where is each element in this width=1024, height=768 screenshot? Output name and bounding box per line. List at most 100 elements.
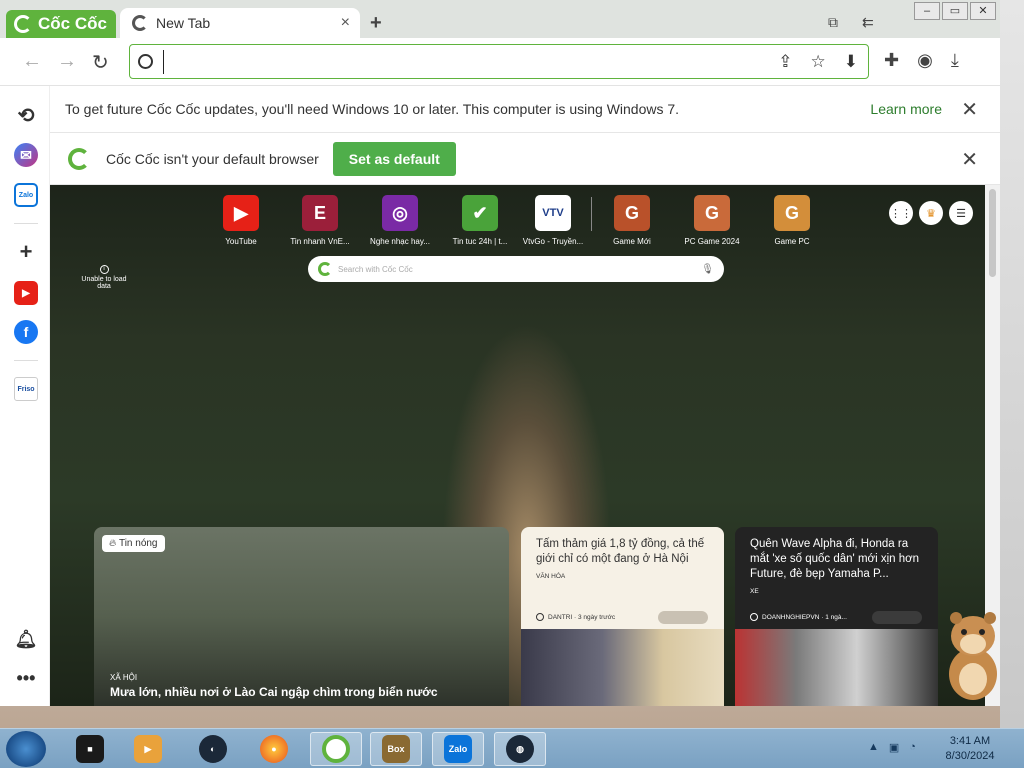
coccoc-logo-icon	[68, 148, 90, 170]
sidebar-divider	[14, 223, 38, 224]
reaction-pill[interactable]	[658, 611, 708, 624]
hot-badge-label: Tin nóng	[118, 538, 158, 549]
close-icon[interactable]: ✕	[961, 97, 978, 122]
friso-icon[interactable]: Friso	[14, 377, 38, 401]
speed-dial-item[interactable]: E Tin nhanh VnE...	[283, 195, 357, 246]
close-window-button[interactable]: ✕	[970, 2, 996, 20]
start-button[interactable]	[6, 731, 46, 767]
messenger-icon[interactable]: ✉	[14, 143, 38, 167]
taskbar-app-zalo[interactable]: Zalo	[432, 732, 484, 766]
info-icon: i	[99, 265, 109, 274]
more-icon[interactable]: •••	[14, 666, 38, 690]
reaction-pill[interactable]	[872, 611, 922, 624]
speed-dial-divider	[591, 197, 592, 231]
taskbar-app-steam-dark[interactable]: ◐	[187, 732, 239, 766]
news-title: Mưa lớn, nhiều nơi ở Lào Cai ngập chìm t…	[110, 685, 438, 699]
extensions-icon[interactable]: ✚	[884, 50, 899, 71]
microphone-icon[interactable]: 🎙︎	[701, 264, 714, 275]
window-controls: ‒ ▭ ✕	[914, 2, 996, 20]
downloads-icon[interactable]: ⤓	[951, 50, 959, 71]
back-arrow-icon[interactable]: ←	[22, 50, 42, 73]
taskbar-app-player[interactable]: ▶	[122, 732, 174, 766]
news-title: Tấm thảm giá 1,8 tỷ đồng, cả thế giới ch…	[536, 538, 705, 565]
taskbar-app-media[interactable]: ■	[64, 732, 116, 766]
speed-dial-label: Tin nhanh VnE...	[290, 237, 350, 246]
news-source: DOANHNGHIEPVN · 1 ngà...	[750, 613, 847, 621]
tab-close-icon[interactable]: ×	[341, 14, 350, 32]
clock-time: 3:41 AM	[949, 735, 991, 747]
youtube-icon[interactable]: ▶	[14, 281, 38, 305]
side-panel-icon[interactable]: ⇇	[862, 14, 874, 31]
speed-dial-icon: G	[774, 195, 810, 231]
speed-dial-item[interactable]: ▶ YouTube	[204, 195, 278, 246]
reload-icon[interactable]: ↻	[92, 50, 109, 75]
news-card[interactable]: Quên Wave Alpha đi, Honda ra mắt 'xe số …	[735, 527, 938, 706]
clock[interactable]: 3:41 AM 8/30/2024	[940, 734, 1000, 764]
clock-date: 8/30/2024	[945, 750, 995, 762]
tray-expand-icon[interactable]: ▲	[868, 741, 879, 754]
unable-label: Unable to load data	[81, 276, 127, 290]
download-page-icon[interactable]: ⬇	[844, 52, 858, 72]
ntp-search-box[interactable]: Search with Cốc Cốc 🎙︎	[308, 256, 724, 282]
player-icon: ▶	[134, 735, 162, 763]
history-icon[interactable]: ⟲	[14, 103, 38, 127]
forward-arrow-icon[interactable]: →	[57, 50, 77, 73]
news-card-text: Tấm thảm giá 1,8 tỷ đồng, cả thế giới ch…	[521, 527, 724, 629]
taskbar-app-steam[interactable]: ◍	[494, 732, 546, 766]
bookmark-star-icon[interactable]: ☆	[811, 52, 826, 72]
new-tab-page: ▶ YouTube E Tin nhanh VnE... ◎ Nghe nhạc hay.…	[50, 185, 985, 706]
customize-icon[interactable]: ☰	[949, 201, 973, 225]
volume-icon[interactable]: ◔	[909, 741, 916, 754]
coccoc-logo-icon	[14, 15, 32, 33]
news-image	[735, 629, 938, 706]
profile-icon[interactable]: ◉	[917, 50, 933, 71]
coccoc-taskbar-icon	[322, 735, 350, 763]
search-icon	[138, 54, 153, 69]
add-panel-icon[interactable]: +	[14, 239, 38, 264]
taskbar-app-coccoc[interactable]	[310, 732, 362, 766]
news-image	[521, 629, 724, 706]
network-icon[interactable]: ▣	[889, 741, 899, 754]
speed-dial-icon: ◎	[382, 195, 418, 231]
sidebar-divider	[14, 360, 38, 361]
speed-dial-item[interactable]: G Game Mới	[595, 195, 669, 246]
share-icon[interactable]: ⇪	[778, 52, 792, 72]
news-card-featured[interactable]: 🔥︎ Tin nóng XÃ HỘI Mưa lớn, nhiều nơi ở …	[94, 527, 509, 706]
address-input[interactable]	[163, 49, 779, 74]
minimize-button[interactable]: ‒	[914, 2, 940, 20]
news-category: XE	[750, 588, 759, 595]
taskbar: ■ ▶ ◐ ● Box Zalo ◍ ▲ ▣ ◔ 3:41 AM 8/30/20…	[0, 728, 1024, 768]
maximize-button[interactable]: ▭	[942, 2, 968, 20]
ntp-search-placeholder: Search with Cốc Cốc	[338, 264, 413, 274]
speed-dial-icon: E	[302, 195, 338, 231]
news-card[interactable]: Tấm thảm giá 1,8 tỷ đồng, cả thế giới ch…	[521, 527, 724, 706]
taskbar-app-box[interactable]: Box	[370, 732, 422, 766]
update-infobar: To get future Cốc Cốc updates, you'll ne…	[50, 86, 1000, 133]
speed-dial-label: VtvGo - Truyền...	[522, 237, 584, 246]
new-tab-button[interactable]: +	[370, 12, 382, 35]
tab-search-icon[interactable]: ⧉	[828, 14, 838, 31]
apps-grid-icon[interactable]: ⋮⋮	[889, 201, 913, 225]
news-category: VĂN HÓA	[536, 573, 566, 580]
notifications-bell-icon[interactable]: 🔔︎	[14, 627, 38, 651]
address-bar: ⇪ ☆ ⬇	[129, 44, 869, 79]
speed-dial-item[interactable]: G PC Game 2024	[675, 195, 749, 246]
scrollbar-thumb[interactable]	[989, 189, 996, 277]
news-source: DANTRI · 3 ngày trước	[536, 613, 615, 621]
speed-dial-item[interactable]: ✔ Tin tuc 24h | t...	[443, 195, 517, 246]
coccoc-brand-button[interactable]: Cốc Cốc	[6, 10, 116, 38]
speed-dial-item[interactable]: G Game PC	[755, 195, 829, 246]
crown-icon[interactable]: ♛	[919, 201, 943, 225]
speed-dial-icon: ▶	[223, 195, 259, 231]
speed-dial-item[interactable]: ◎ Nghe nhạc hay...	[363, 195, 437, 246]
speed-dial-label: Tin tuc 24h | t...	[452, 237, 508, 246]
news-category: XÃ HỘI	[110, 673, 138, 682]
zalo-icon[interactable]: Zalo	[14, 183, 38, 207]
tab-new-tab[interactable]: New Tab ×	[120, 8, 360, 38]
set-as-default-button[interactable]: Set as default	[332, 142, 456, 176]
taskbar-app-firefox[interactable]: ●	[248, 732, 300, 766]
speed-dial-item[interactable]: VTV VtvGo - Truyền...	[516, 195, 590, 246]
close-icon[interactable]: ✕	[961, 147, 978, 172]
facebook-icon[interactable]: f	[14, 320, 38, 344]
learn-more-link[interactable]: Learn more	[870, 101, 942, 117]
